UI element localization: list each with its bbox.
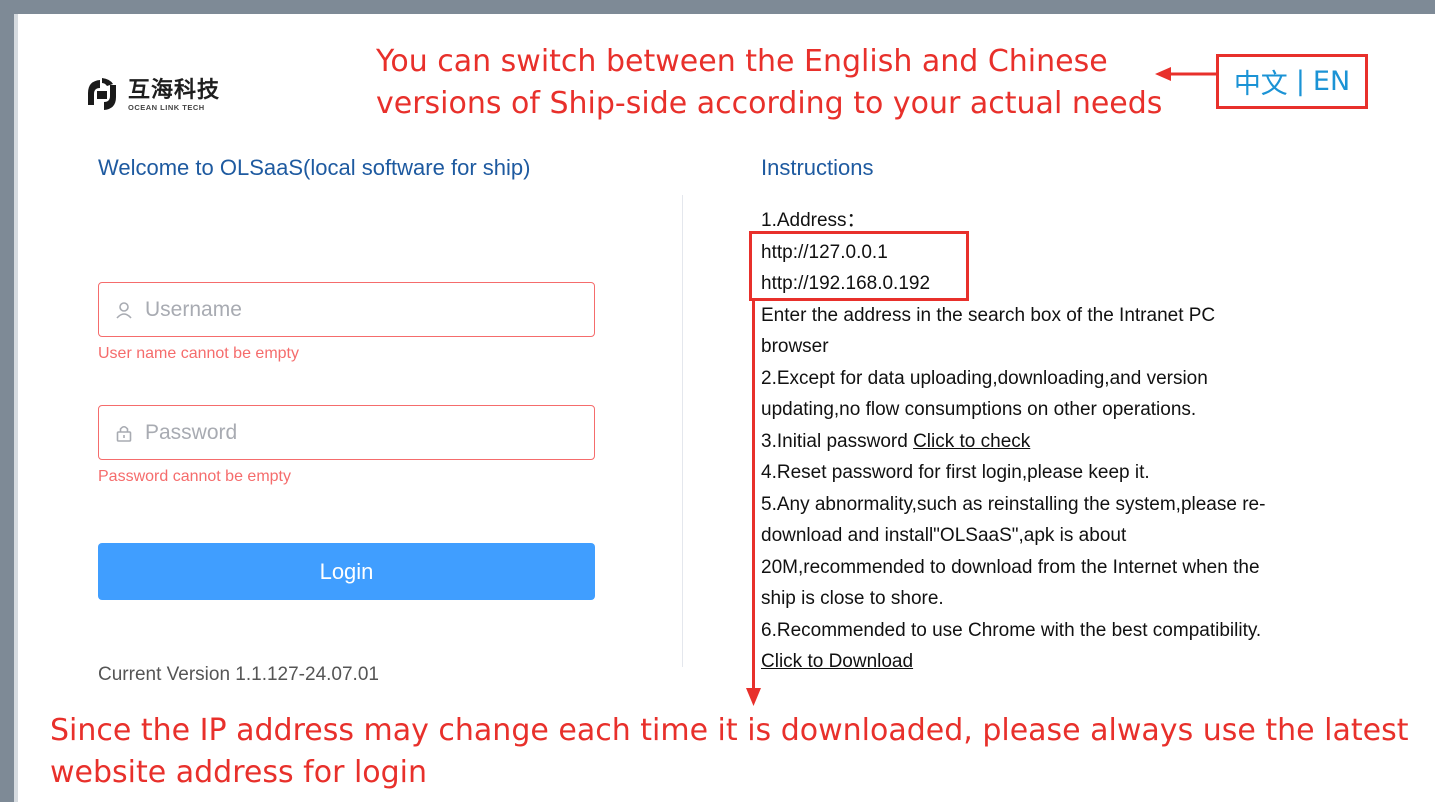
username-input[interactable] — [143, 296, 567, 323]
login-button[interactable]: Login — [98, 543, 595, 600]
annotation-ip-note: Since the IP address may change each tim… — [50, 710, 1420, 794]
annotation-arrow-line — [752, 300, 755, 693]
language-english-link[interactable]: EN — [1313, 66, 1350, 97]
instruction-line: ship is close to shore. — [761, 588, 944, 609]
panel-divider — [682, 195, 683, 667]
annotation-line: Since the IP address may change each tim… — [50, 713, 1409, 748]
window-frame-left — [0, 0, 14, 802]
annotation-arrow-down — [746, 688, 761, 706]
instruction-line-password: 3.Initial password Click to check — [761, 426, 1361, 458]
lock-icon — [116, 425, 132, 442]
language-separator: | — [1295, 66, 1305, 97]
instruction-line: Enter the address in the search box of t… — [761, 304, 1216, 326]
annotation-language-note: You can switch between the English and C… — [376, 41, 1162, 125]
welcome-heading: Welcome to OLSaaS(local software for shi… — [98, 155, 531, 180]
instruction-line: 5.Any abnormality,such as reinstalling t… — [761, 493, 1266, 515]
instruction-line: 6.Recommended to use Chrome with the bes… — [761, 619, 1262, 641]
annotation-line: website address for login — [50, 755, 428, 790]
instruction-line: updating,no flow consumptions on other o… — [761, 399, 1197, 420]
annotation-line: You can switch between the English and C… — [376, 44, 1108, 79]
company-logo: 互海科技 OCEAN LINK TECH — [82, 75, 220, 115]
instructions-heading: Instructions — [761, 155, 874, 180]
instruction-line: download and install"OLSaaS",apk is abou… — [761, 525, 1127, 546]
download-link[interactable]: Click to Download — [761, 651, 913, 672]
password-field[interactable] — [98, 405, 595, 460]
language-chinese-link[interactable]: 中文 — [1234, 62, 1288, 101]
window-frame-inner — [14, 14, 18, 802]
logo-english-text: OCEAN LINK TECH — [128, 102, 205, 112]
password-error: Password cannot be empty — [98, 468, 291, 485]
address-highlight-box — [749, 231, 969, 301]
instruction-text: 3.Initial password — [761, 430, 914, 452]
logo-chinese-text: 互海科技 — [128, 77, 221, 103]
password-input[interactable] — [143, 419, 567, 446]
instruction-line: browser — [761, 336, 829, 357]
language-switcher: 中文 | EN — [1216, 54, 1368, 109]
username-error: User name cannot be empty — [98, 345, 299, 362]
annotation-line: versions of Ship-side according to your … — [376, 86, 1163, 121]
ocean-link-logo-icon — [88, 78, 116, 110]
version-label: Current Version 1.1.127-24.07.01 — [98, 664, 379, 685]
instruction-line: 2.Except for data uploading,downloading,… — [761, 367, 1208, 389]
username-field[interactable] — [98, 282, 595, 337]
window-frame-top — [0, 0, 1435, 14]
user-icon — [116, 301, 132, 319]
check-password-link[interactable]: Click to check — [913, 431, 1030, 452]
instruction-line: 4.Reset password for first login,please … — [761, 462, 1150, 483]
instruction-line: 20M,recommended to download from the Int… — [761, 556, 1260, 578]
annotation-arrow-left — [1155, 67, 1217, 81]
